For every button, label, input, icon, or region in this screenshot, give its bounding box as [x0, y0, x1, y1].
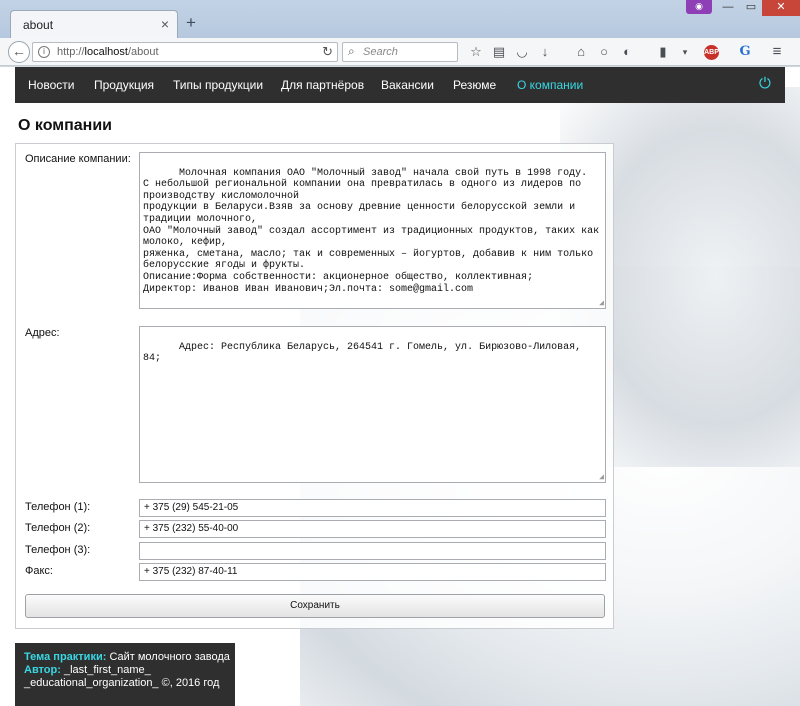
description-label: Описание компании: [25, 153, 131, 165]
browser-tab[interactable]: about × [10, 10, 178, 38]
address-label: Адрес: [25, 327, 60, 339]
page-viewport: Новости Продукция Типы продукции Для пар… [0, 67, 800, 706]
search-input[interactable]: Search [363, 46, 398, 58]
resize-grip-icon[interactable]: ◢ [599, 300, 604, 308]
search-bar[interactable]: ⌕ Search [342, 42, 458, 62]
window-close-button[interactable]: ✕ [762, 0, 800, 16]
chevron-down-icon[interactable]: ▾ [676, 43, 694, 61]
phone2-label: Телефон (2): [25, 522, 91, 534]
nav-item-products[interactable]: Продукция [94, 78, 154, 92]
home-icon[interactable]: ⌂ [572, 43, 590, 61]
url-bar[interactable]: i http://localhost/about ↻ [32, 42, 338, 62]
back-button[interactable]: ← [8, 41, 30, 63]
translate-icon[interactable]: G [736, 43, 754, 61]
pocket-icon[interactable]: ◡ [513, 43, 531, 61]
phone3-label: Телефон (3): [25, 544, 91, 556]
new-tab-button[interactable]: + [186, 14, 196, 31]
site-navigation: Новости Продукция Типы продукции Для пар… [15, 67, 785, 103]
url-text: http://localhost/about [57, 46, 159, 58]
site-footer: Тема практики: Сайт молочного завода Авт… [15, 643, 235, 706]
tab-close-icon[interactable]: × [161, 16, 169, 32]
search-icon: ⌕ [348, 44, 355, 58]
nav-item-news[interactable]: Новости [28, 78, 74, 92]
tab-title: about [23, 18, 54, 32]
clipboard-icon[interactable]: ▮ [654, 43, 672, 61]
reading-list-icon[interactable]: ▤ [490, 43, 508, 61]
chat-icon[interactable]: ○ [595, 43, 613, 61]
download-icon[interactable]: ↓ [536, 43, 554, 61]
nav-item-partners[interactable]: Для партнёров [281, 78, 364, 92]
footer-org-line: _educational_organization_ ©, 2016 год [24, 677, 220, 689]
company-form: Описание компании: Молочная компания ОАО… [15, 143, 614, 629]
browser-titlebar: about × + ◉ — ▭ ✕ [0, 0, 800, 38]
menu-icon[interactable]: ≡ [768, 43, 786, 61]
footer-topic-line: Тема практики: Сайт молочного завода [24, 651, 230, 663]
description-textarea[interactable]: Молочная компания ОАО "Молочный завод" н… [139, 152, 606, 309]
footer-author-line: Автор: _last_first_name_ [24, 664, 151, 676]
address-textarea[interactable]: Адрес: Республика Беларусь, 264541 г. Го… [139, 326, 606, 483]
phone3-input[interactable] [139, 542, 606, 560]
phone1-label: Телефон (1): [25, 501, 91, 513]
fax-input[interactable]: + 375 (232) 87-40-11 [139, 563, 606, 581]
page-title: О компании [18, 117, 112, 134]
extension-icon[interactable]: ◐ [618, 43, 636, 61]
window-minimize-button[interactable]: — [716, 0, 740, 16]
resize-grip-icon[interactable]: ◢ [599, 474, 604, 482]
phone1-input[interactable]: + 375 (29) 545-21-05 [139, 499, 606, 517]
nav-item-vacancies[interactable]: Вакансии [381, 78, 434, 92]
reload-icon[interactable]: ↻ [322, 44, 333, 60]
window-maximize-button[interactable]: ▭ [740, 0, 762, 16]
nav-item-resume[interactable]: Резюме [453, 78, 496, 92]
fax-label: Факс: [25, 565, 53, 577]
save-button[interactable]: Сохранить [25, 594, 605, 618]
nav-item-about[interactable]: О компании [517, 78, 583, 92]
private-mask-icon: ◉ [686, 0, 712, 14]
logout-icon[interactable]: ⏻ [759, 75, 771, 92]
adblock-icon[interactable]: ABP [704, 45, 719, 60]
nav-item-product-types[interactable]: Типы продукции [173, 78, 263, 92]
info-icon[interactable]: i [38, 46, 50, 58]
browser-navbar: ← i http://localhost/about ↻ ⌕ Search ☆ … [0, 38, 800, 66]
bookmark-star-icon[interactable]: ☆ [467, 43, 485, 61]
phone2-input[interactable]: + 375 (232) 55-40-00 [139, 520, 606, 538]
